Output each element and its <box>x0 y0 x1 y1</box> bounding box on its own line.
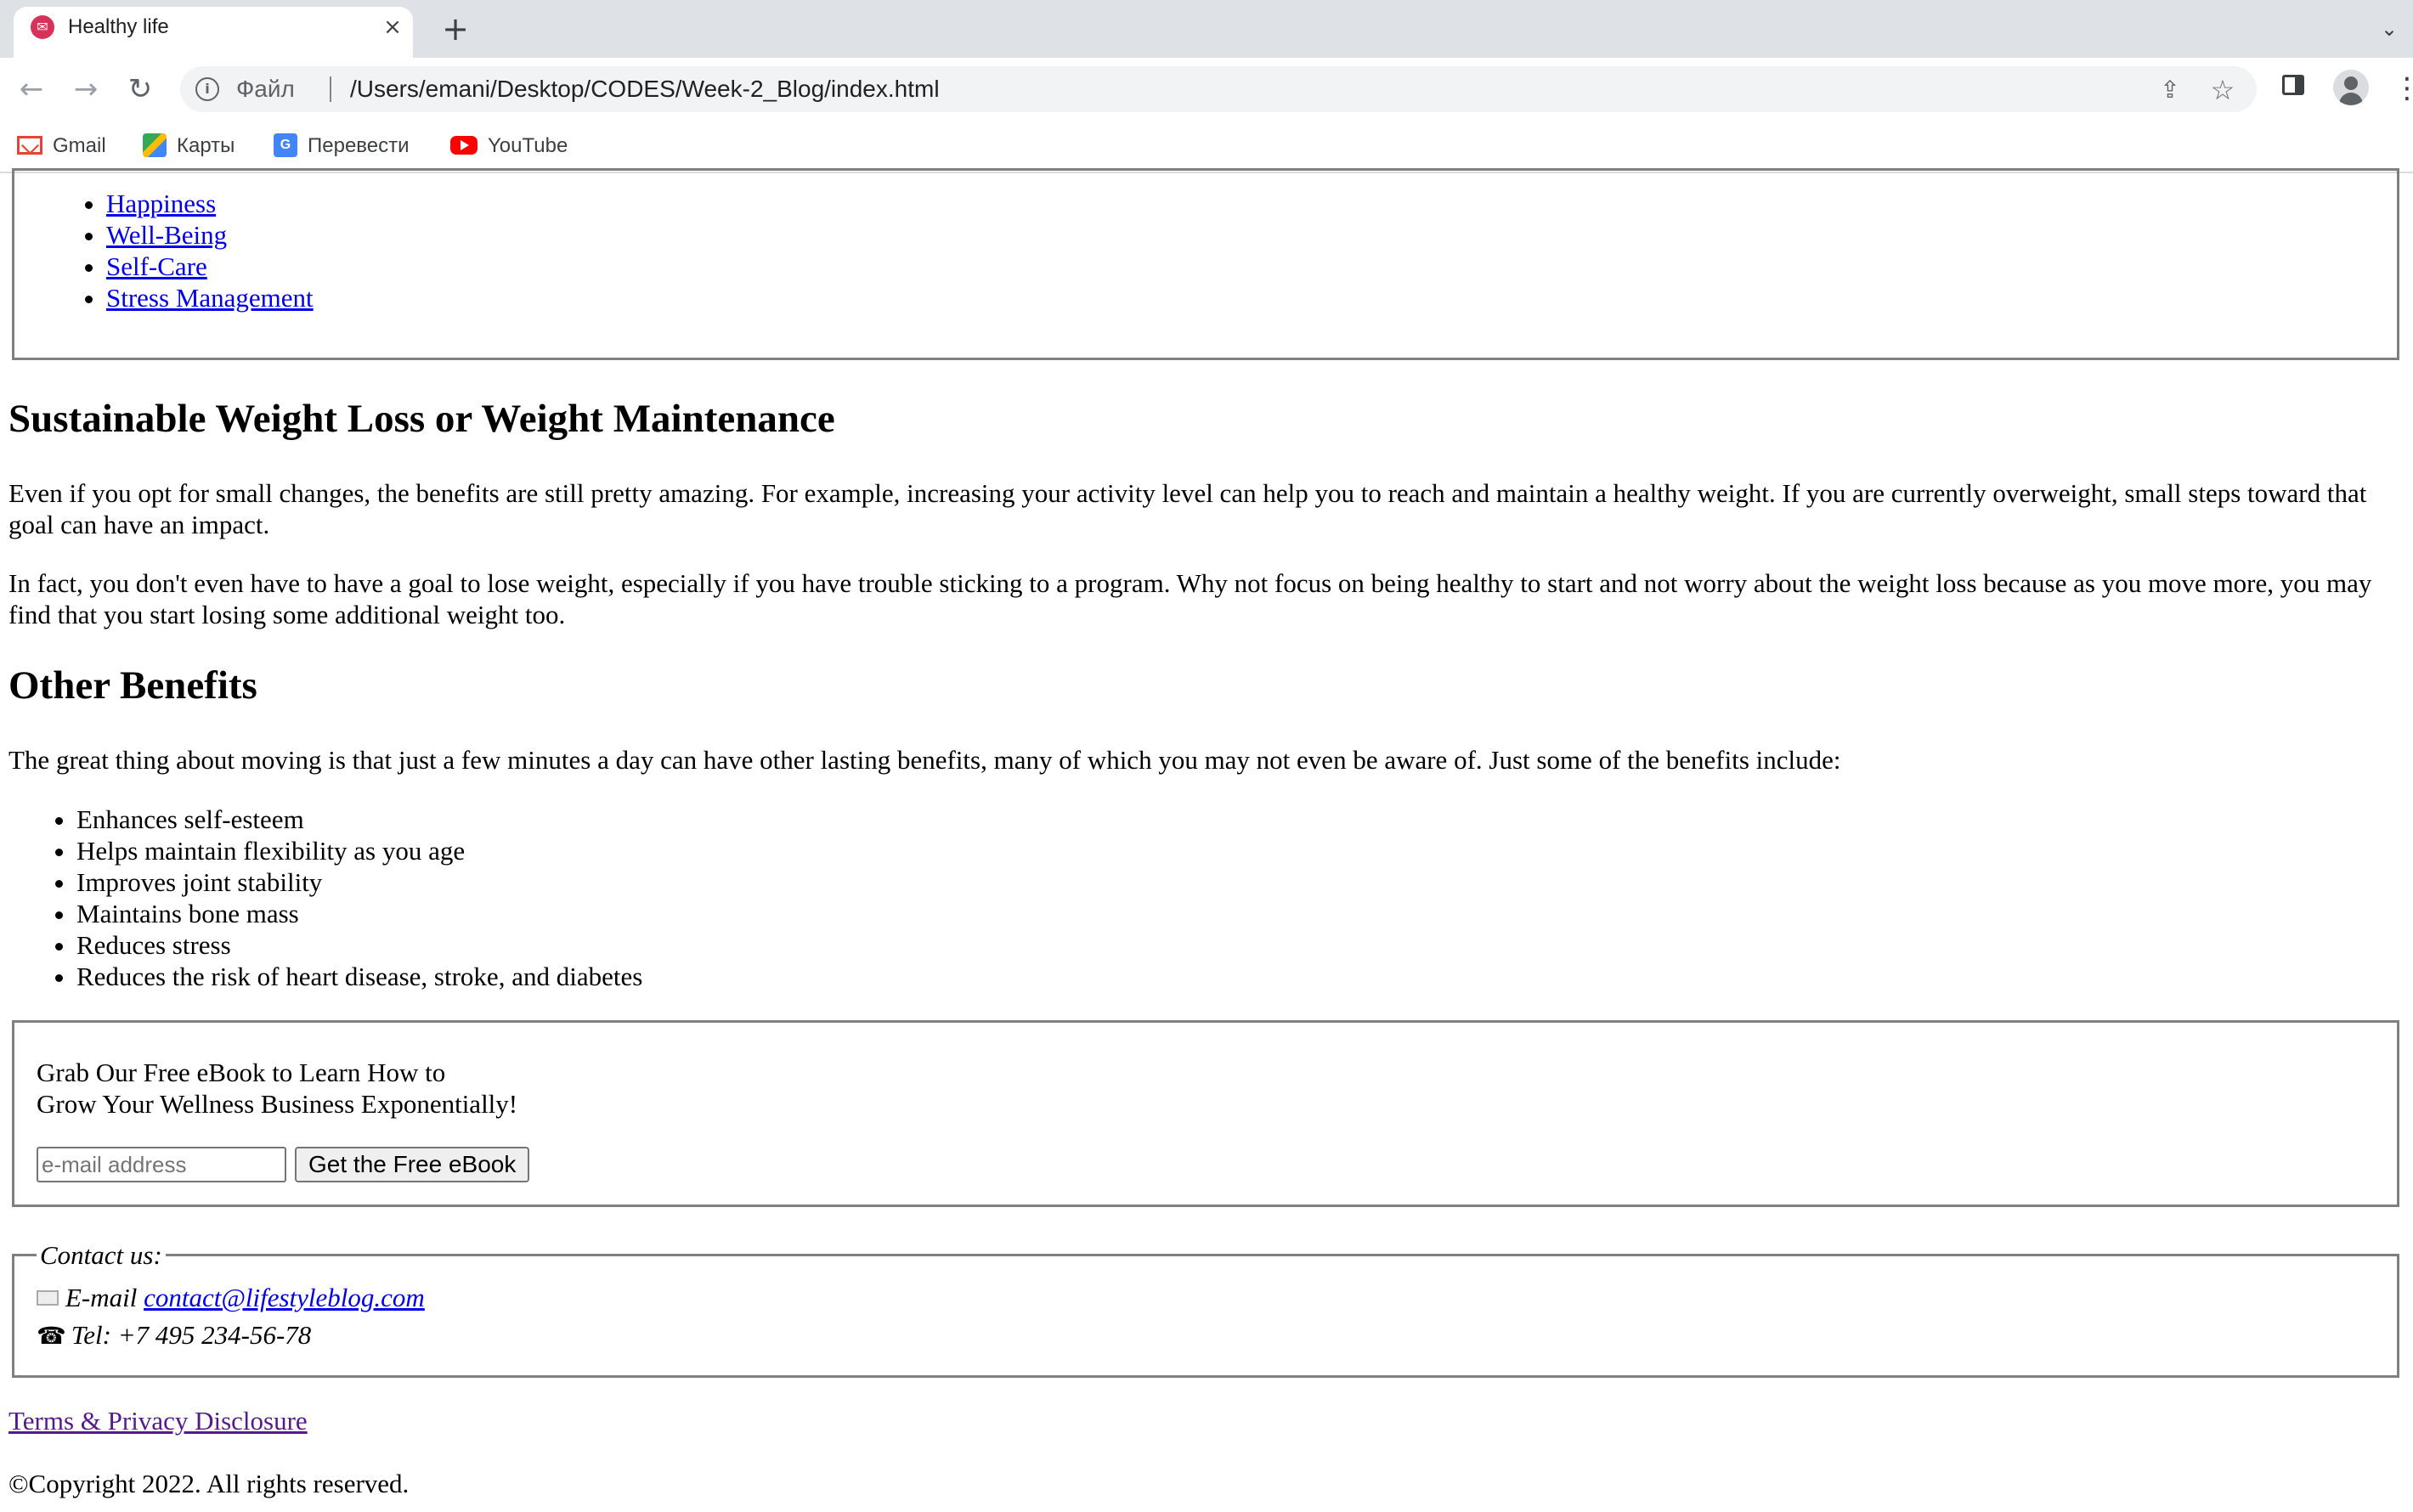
bookmarks-bar: Gmail Карты G Перевести YouTube <box>0 121 2413 173</box>
bookmark-maps[interactable]: Карты <box>143 129 235 163</box>
list-item: Stress Management <box>106 282 314 313</box>
reload-button[interactable]: ↻ <box>121 70 160 109</box>
forward-button[interactable]: → <box>66 70 105 109</box>
topic-link-well-being[interactable]: Well-Being <box>106 220 227 250</box>
address-bar[interactable]: i Файл /Users/emani/Desktop/CODES/Week-2… <box>180 66 2257 112</box>
list-item: Self-Care <box>106 251 314 282</box>
list-item: Improves joint stability <box>76 866 642 898</box>
phone-number: Tel: +7 495 234-56-78 <box>71 1320 312 1350</box>
section-heading-benefits: Other Benefits <box>8 663 257 708</box>
contact-legend: Contact us: <box>37 1239 166 1271</box>
list-item: Helps maintain flexibility as you age <box>76 835 642 866</box>
contact-email-line: E-mail contact@lifestyleblog.com <box>37 1282 425 1313</box>
list-item: Well-Being <box>106 219 314 251</box>
site-info-icon[interactable]: i <box>195 77 219 101</box>
maps-icon <box>143 133 167 157</box>
ebook-line-1: Grab Our Free eBook to Learn How to <box>37 1058 446 1087</box>
browser-toolbar: ← → ↻ i Файл /Users/emani/Desktop/CODES/… <box>0 58 2413 121</box>
list-item: Maintains bone mass <box>76 898 642 929</box>
youtube-icon <box>450 135 478 155</box>
close-tab-icon[interactable]: × <box>377 12 408 42</box>
contact-email-link[interactable]: contact@lifestyleblog.com <box>144 1283 425 1312</box>
bookmark-translate[interactable]: G Перевести <box>274 129 410 163</box>
list-item: Enhances self-esteem <box>76 804 642 835</box>
bookmark-gmail[interactable]: Gmail <box>17 129 106 163</box>
page-content: Happiness Well-Being Self-Care Stress Ma… <box>0 168 2413 1512</box>
site-favicon-icon: ✉ <box>31 15 54 39</box>
benefits-list: Enhances self-esteem Helps maintain flex… <box>29 804 642 992</box>
bookmark-label: Gmail <box>53 134 106 157</box>
tab-title: Healthy life <box>68 15 169 38</box>
topics-box: Happiness Well-Being Self-Care Stress Ma… <box>12 168 2399 360</box>
list-item: Reduces the risk of heart disease, strok… <box>76 961 642 992</box>
share-icon[interactable]: ⇪ <box>2153 73 2187 107</box>
bookmark-label: Перевести <box>308 134 410 157</box>
section-heading-weight: Sustainable Weight Loss or Weight Mainte… <box>8 397 835 441</box>
side-panel-icon[interactable] <box>2282 75 2304 95</box>
ebook-signup-box: Grab Our Free eBook to Learn How to Grow… <box>12 1020 2399 1207</box>
omnibox-divider <box>330 76 331 102</box>
new-tab-button[interactable]: + <box>437 10 474 48</box>
topic-link-stress-management[interactable]: Stress Management <box>106 283 314 313</box>
terms-privacy-link[interactable]: Terms & Privacy Disclosure <box>8 1405 308 1436</box>
back-button[interactable]: ← <box>12 70 51 109</box>
paragraph: In fact, you don't even have to have a g… <box>8 568 2372 629</box>
url-text[interactable]: /Users/emani/Desktop/CODES/Week-2_Blog/i… <box>350 76 940 103</box>
bookmark-label: YouTube <box>488 134 568 157</box>
contact-fieldset: Contact us: E-mail contact@lifestyleblog… <box>12 1239 2399 1378</box>
paragraph: The great thing about moving is that jus… <box>8 745 1841 775</box>
copyright-text: ©Copyright 2022. All rights reserved. <box>8 1469 410 1498</box>
tab-strip: ✉ Healthy life × + ⌄ <box>0 0 2413 58</box>
phone-icon: ☎ <box>37 1322 66 1350</box>
list-item: Reduces stress <box>76 929 642 961</box>
email-field[interactable] <box>37 1147 286 1182</box>
bookmark-label: Карты <box>177 134 235 157</box>
envelope-icon <box>37 1289 59 1306</box>
active-tab[interactable]: ✉ Healthy life × <box>14 7 413 58</box>
bookmark-youtube[interactable]: YouTube <box>450 129 568 163</box>
contact-phone-line: ☎ Tel: +7 495 234-56-78 <box>37 1319 311 1351</box>
scheme-label: Файл <box>236 76 295 102</box>
list-item: Happiness <box>106 188 314 219</box>
topic-link-happiness[interactable]: Happiness <box>106 189 216 218</box>
get-ebook-button[interactable]: Get the Free eBook <box>295 1147 530 1182</box>
ebook-pitch: Grab Our Free eBook to Learn How to Grow… <box>37 1057 517 1120</box>
gmail-icon <box>17 135 42 155</box>
ebook-line-2: Grow Your Wellness Business Exponentiall… <box>37 1089 518 1119</box>
topic-link-self-care[interactable]: Self-Care <box>106 251 207 281</box>
paragraph: Even if you opt for small changes, the b… <box>8 478 2367 539</box>
avatar-body <box>2339 93 2363 105</box>
topics-list: Happiness Well-Being Self-Care Stress Ma… <box>59 188 314 313</box>
email-label: E-mail <box>65 1283 138 1312</box>
profile-avatar-icon[interactable] <box>2333 70 2369 105</box>
tab-search-icon[interactable]: ⌄ <box>2372 12 2406 46</box>
bookmark-star-icon[interactable]: ☆ <box>2206 73 2240 107</box>
avatar-head <box>2344 76 2358 90</box>
browser-menu-icon[interactable]: ⋮ <box>2393 70 2413 107</box>
translate-icon: G <box>274 133 297 157</box>
